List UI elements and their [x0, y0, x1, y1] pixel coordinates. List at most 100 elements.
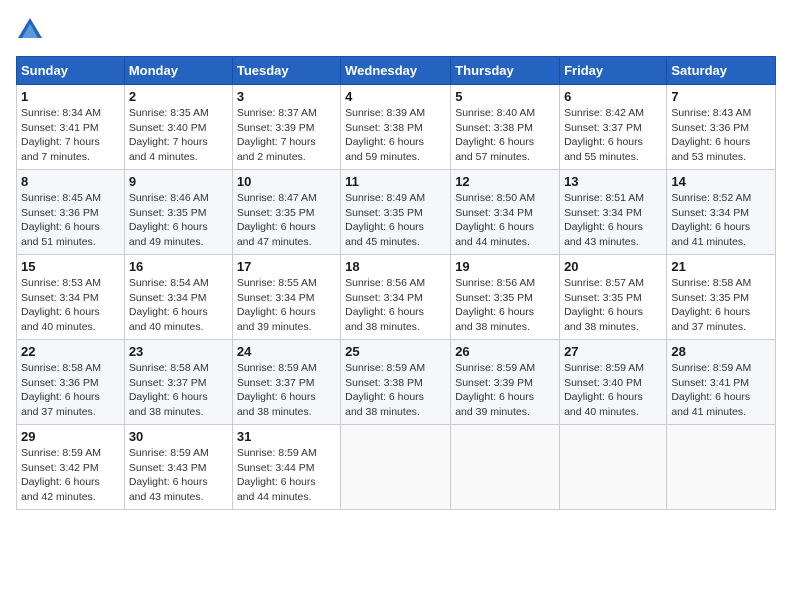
day-info: Sunrise: 8:49 AM Sunset: 3:35 PM Dayligh… [345, 191, 446, 250]
day-info: Sunrise: 8:37 AM Sunset: 3:39 PM Dayligh… [237, 106, 336, 165]
calendar-cell: 15 Sunrise: 8:53 AM Sunset: 3:34 PM Dayli… [17, 255, 125, 340]
day-info: Sunrise: 8:58 AM Sunset: 3:37 PM Dayligh… [129, 361, 228, 420]
calendar-cell: 20Sunrise: 8:57 AM Sunset: 3:35 PM Dayli… [560, 255, 667, 340]
day-number: 6 [564, 89, 662, 104]
calendar-cell: 25 Sunrise: 8:59 AM Sunset: 3:38 PM Dayli… [341, 340, 451, 425]
day-info: Sunrise: 8:42 AM Sunset: 3:37 PM Dayligh… [564, 106, 662, 165]
calendar-cell: 17Sunrise: 8:55 AM Sunset: 3:34 PM Dayli… [232, 255, 340, 340]
day-number: 13 [564, 174, 662, 189]
day-number: 22 [21, 344, 120, 359]
day-info: Sunrise: 8:56 AM Sunset: 3:34 PM Dayligh… [345, 276, 446, 335]
day-info: Sunrise: 8:45 AM Sunset: 3:36 PM Dayligh… [21, 191, 120, 250]
day-number: 5 [455, 89, 555, 104]
day-number: 18 [345, 259, 446, 274]
day-number: 4 [345, 89, 446, 104]
calendar-cell: 12 Sunrise: 8:50 AM Sunset: 3:34 PM Dayli… [451, 170, 560, 255]
day-number: 20 [564, 259, 662, 274]
day-number: 11 [345, 174, 446, 189]
calendar-week-row: 1 Sunrise: 8:34 AM Sunset: 3:41 PM Daylig… [17, 85, 776, 170]
calendar-cell: 21 Sunrise: 8:58 AM Sunset: 3:35 PM Dayli… [667, 255, 776, 340]
calendar-cell: 8 Sunrise: 8:45 AM Sunset: 3:36 PM Daylig… [17, 170, 125, 255]
calendar-cell: 31Sunrise: 8:59 AM Sunset: 3:44 PM Dayli… [232, 425, 340, 510]
calendar-cell: 7Sunrise: 8:43 AM Sunset: 3:36 PM Daylig… [667, 85, 776, 170]
calendar-cell: 24 Sunrise: 8:59 AM Sunset: 3:37 PM Dayli… [232, 340, 340, 425]
calendar-week-row: 22 Sunrise: 8:58 AM Sunset: 3:36 PM Dayli… [17, 340, 776, 425]
calendar-cell: 29Sunrise: 8:59 AM Sunset: 3:42 PM Dayli… [17, 425, 125, 510]
day-info: Sunrise: 8:50 AM Sunset: 3:34 PM Dayligh… [455, 191, 555, 250]
calendar-header-row: SundayMondayTuesdayWednesdayThursdayFrid… [17, 57, 776, 85]
day-number: 2 [129, 89, 228, 104]
logo [16, 16, 46, 44]
calendar-week-row: 15 Sunrise: 8:53 AM Sunset: 3:34 PM Dayli… [17, 255, 776, 340]
day-info: Sunrise: 8:47 AM Sunset: 3:35 PM Dayligh… [237, 191, 336, 250]
day-info: Sunrise: 8:58 AM Sunset: 3:36 PM Dayligh… [21, 361, 120, 420]
day-number: 23 [129, 344, 228, 359]
calendar-cell [451, 425, 560, 510]
day-number: 14 [671, 174, 771, 189]
calendar-cell [560, 425, 667, 510]
col-header-tuesday: Tuesday [232, 57, 340, 85]
calendar-cell: 9 Sunrise: 8:46 AM Sunset: 3:35 PM Daylig… [124, 170, 232, 255]
day-number: 9 [129, 174, 228, 189]
day-info: Sunrise: 8:54 AM Sunset: 3:34 PM Dayligh… [129, 276, 228, 335]
day-number: 30 [129, 429, 228, 444]
day-number: 8 [21, 174, 120, 189]
day-info: Sunrise: 8:52 AM Sunset: 3:34 PM Dayligh… [671, 191, 771, 250]
day-info: Sunrise: 8:56 AM Sunset: 3:35 PM Dayligh… [455, 276, 555, 335]
day-number: 25 [345, 344, 446, 359]
logo-icon [16, 16, 44, 44]
day-info: Sunrise: 8:59 AM Sunset: 3:41 PM Dayligh… [671, 361, 771, 420]
day-number: 21 [671, 259, 771, 274]
day-info: Sunrise: 8:39 AM Sunset: 3:38 PM Dayligh… [345, 106, 446, 165]
day-info: Sunrise: 8:59 AM Sunset: 3:39 PM Dayligh… [455, 361, 555, 420]
calendar-cell: 19 Sunrise: 8:56 AM Sunset: 3:35 PM Dayli… [451, 255, 560, 340]
col-header-wednesday: Wednesday [341, 57, 451, 85]
day-info: Sunrise: 8:59 AM Sunset: 3:43 PM Dayligh… [129, 446, 228, 505]
day-info: Sunrise: 8:58 AM Sunset: 3:35 PM Dayligh… [671, 276, 771, 335]
calendar-cell: 27 Sunrise: 8:59 AM Sunset: 3:40 PM Dayli… [560, 340, 667, 425]
day-number: 15 [21, 259, 120, 274]
calendar-cell: 22 Sunrise: 8:58 AM Sunset: 3:36 PM Dayli… [17, 340, 125, 425]
day-info: Sunrise: 8:59 AM Sunset: 3:40 PM Dayligh… [564, 361, 662, 420]
day-info: Sunrise: 8:59 AM Sunset: 3:44 PM Dayligh… [237, 446, 336, 505]
calendar-cell: 26Sunrise: 8:59 AM Sunset: 3:39 PM Dayli… [451, 340, 560, 425]
calendar-cell: 4 Sunrise: 8:39 AM Sunset: 3:38 PM Daylig… [341, 85, 451, 170]
calendar-cell: 6 Sunrise: 8:42 AM Sunset: 3:37 PM Daylig… [560, 85, 667, 170]
calendar-cell: 3 Sunrise: 8:37 AM Sunset: 3:39 PM Daylig… [232, 85, 340, 170]
day-info: Sunrise: 8:59 AM Sunset: 3:37 PM Dayligh… [237, 361, 336, 420]
day-info: Sunrise: 8:53 AM Sunset: 3:34 PM Dayligh… [21, 276, 120, 335]
calendar-cell: 5Sunrise: 8:40 AM Sunset: 3:38 PM Daylig… [451, 85, 560, 170]
day-number: 10 [237, 174, 336, 189]
calendar-cell: 13Sunrise: 8:51 AM Sunset: 3:34 PM Dayli… [560, 170, 667, 255]
calendar-cell: 14 Sunrise: 8:52 AM Sunset: 3:34 PM Dayli… [667, 170, 776, 255]
calendar-cell: 16 Sunrise: 8:54 AM Sunset: 3:34 PM Dayli… [124, 255, 232, 340]
calendar-cell: 28 Sunrise: 8:59 AM Sunset: 3:41 PM Dayli… [667, 340, 776, 425]
calendar-cell [667, 425, 776, 510]
day-info: Sunrise: 8:46 AM Sunset: 3:35 PM Dayligh… [129, 191, 228, 250]
day-number: 28 [671, 344, 771, 359]
calendar-cell [341, 425, 451, 510]
col-header-friday: Friday [560, 57, 667, 85]
day-info: Sunrise: 8:34 AM Sunset: 3:41 PM Dayligh… [21, 106, 120, 165]
day-number: 27 [564, 344, 662, 359]
col-header-saturday: Saturday [667, 57, 776, 85]
calendar-cell: 23 Sunrise: 8:58 AM Sunset: 3:37 PM Dayli… [124, 340, 232, 425]
calendar-week-row: 8 Sunrise: 8:45 AM Sunset: 3:36 PM Daylig… [17, 170, 776, 255]
day-number: 1 [21, 89, 120, 104]
day-number: 3 [237, 89, 336, 104]
day-info: Sunrise: 8:59 AM Sunset: 3:38 PM Dayligh… [345, 361, 446, 420]
day-number: 24 [237, 344, 336, 359]
calendar-cell: 11 Sunrise: 8:49 AM Sunset: 3:35 PM Dayli… [341, 170, 451, 255]
day-number: 19 [455, 259, 555, 274]
day-number: 16 [129, 259, 228, 274]
col-header-thursday: Thursday [451, 57, 560, 85]
calendar-week-row: 29Sunrise: 8:59 AM Sunset: 3:42 PM Dayli… [17, 425, 776, 510]
day-info: Sunrise: 8:43 AM Sunset: 3:36 PM Dayligh… [671, 106, 771, 165]
calendar-cell: 30 Sunrise: 8:59 AM Sunset: 3:43 PM Dayli… [124, 425, 232, 510]
calendar-cell: 2 Sunrise: 8:35 AM Sunset: 3:40 PM Daylig… [124, 85, 232, 170]
day-number: 29 [21, 429, 120, 444]
day-number: 12 [455, 174, 555, 189]
col-header-sunday: Sunday [17, 57, 125, 85]
day-info: Sunrise: 8:35 AM Sunset: 3:40 PM Dayligh… [129, 106, 228, 165]
calendar-cell: 1 Sunrise: 8:34 AM Sunset: 3:41 PM Daylig… [17, 85, 125, 170]
